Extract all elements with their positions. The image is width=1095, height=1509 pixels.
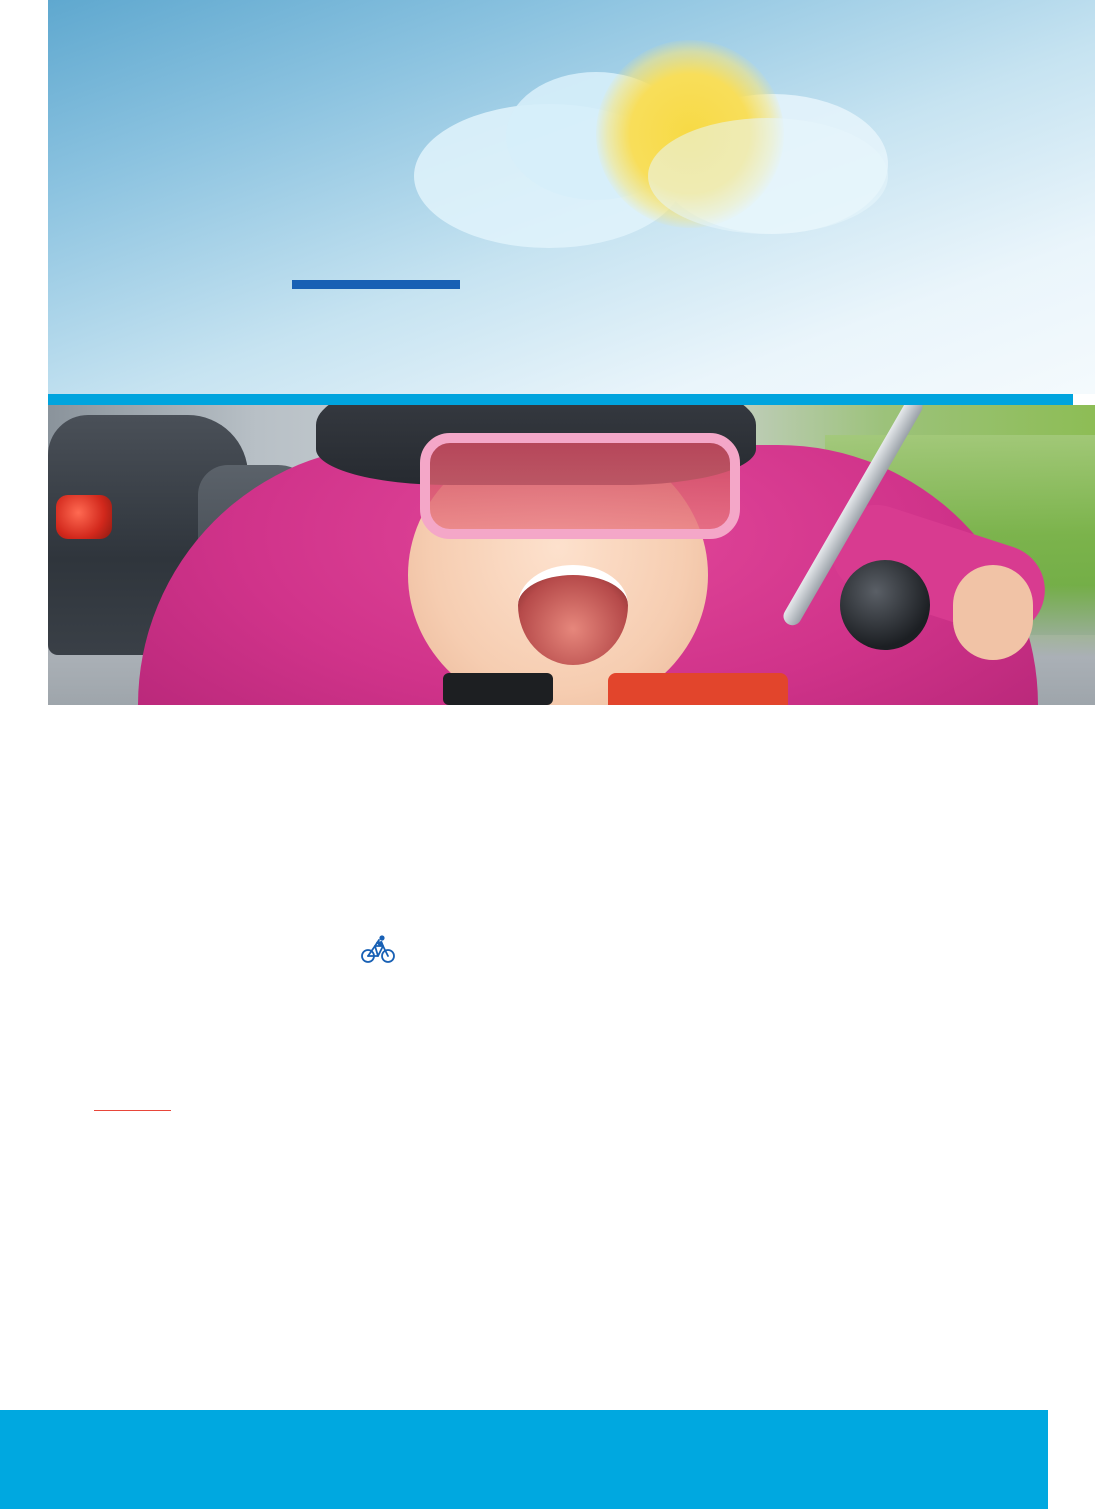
bicycle-icon xyxy=(361,935,395,963)
header-sky-banner xyxy=(48,0,1095,394)
child-on-bicycle-photo xyxy=(48,405,1095,705)
photo-bicycle-bell xyxy=(840,560,930,650)
photo-helmet-strap xyxy=(443,673,553,705)
photo-sunglasses xyxy=(420,433,740,539)
cloud-icon xyxy=(648,118,888,234)
footer-band xyxy=(0,1410,1048,1509)
photo-bicycle-frame xyxy=(608,673,788,705)
red-section-rule xyxy=(94,1110,171,1111)
photo-child-hand xyxy=(953,565,1033,660)
title-accent-underline xyxy=(292,280,460,289)
photo-car-taillight xyxy=(56,495,112,539)
